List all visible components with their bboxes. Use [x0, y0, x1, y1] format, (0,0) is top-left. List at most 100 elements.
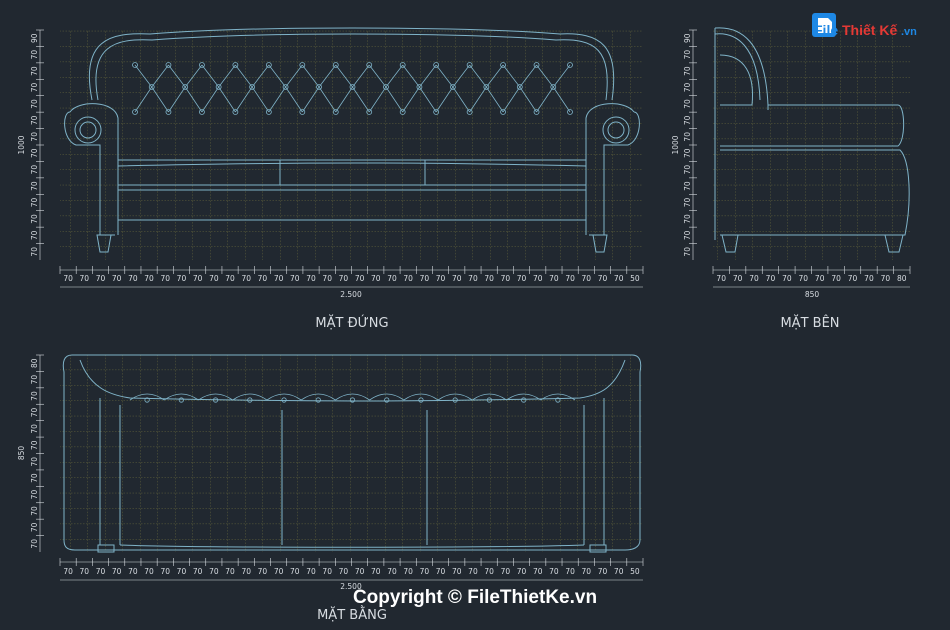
dim-tick-label: 70: [128, 274, 138, 283]
dim-tick-label: 70: [30, 457, 39, 467]
front-height-label: 1000: [17, 135, 26, 154]
dim-tick-label: 70: [683, 165, 692, 175]
dim-tick-label: 70: [468, 567, 478, 576]
dim-tick-label: 70: [716, 274, 726, 283]
plan-h-ticks: 70 70 70 70 70 70 70 70 70 70 70 70 70 70 70 70 70 70 70 70…: [59, 558, 644, 576]
plan-view-title: MẶT BẰNG: [317, 606, 387, 623]
dim-tick-label: 70: [683, 230, 692, 240]
dim-tick-label: 70: [614, 274, 624, 283]
dim-tick-label: 70: [209, 567, 219, 576]
dim-tick-label: 70: [501, 567, 511, 576]
dim-tick-label: 70: [436, 567, 446, 576]
plan-grid: [60, 355, 643, 552]
dim-tick-label: 70: [501, 274, 511, 283]
side-width-label: 850: [805, 290, 820, 299]
dim-tick-label: 70: [387, 567, 397, 576]
dim-tick-label: 70: [290, 567, 300, 576]
dim-tick-label: 70: [598, 274, 608, 283]
dim-tick-label: 70: [565, 274, 575, 283]
side-view-title: MẶT BÊN: [780, 315, 839, 331]
logo-part-file: File: [814, 22, 838, 38]
dim-tick-label: 70: [733, 274, 743, 283]
dim-tick-label: 70: [30, 132, 39, 142]
dim-tick-label: 70: [683, 132, 692, 142]
dim-tick-label: 70: [322, 567, 332, 576]
dim-tick-label: 70: [598, 567, 608, 576]
dim-tick-label: 70: [452, 567, 462, 576]
logo-part-vn: .vn: [901, 26, 917, 38]
dim-tick-label: 70: [112, 567, 122, 576]
dim-tick-label: 70: [193, 274, 203, 283]
dim-tick-label: 70: [128, 567, 138, 576]
dim-tick-label: 70: [144, 274, 154, 283]
dim-tick-label: 70: [30, 407, 39, 417]
dim-tick-label: 70: [420, 274, 430, 283]
dim-tick-label: 70: [225, 274, 235, 283]
dim-tick-label: 70: [683, 247, 692, 257]
front-grid: [60, 30, 643, 260]
front-view: 70 70 70 70 70 70 70 70 70 70 70 70 70 70 70 70 70 70 70 70…: [17, 27, 644, 331]
dim-tick-label: 70: [63, 567, 73, 576]
dim-tick-label: 70: [30, 506, 39, 516]
dim-tick-label: 70: [30, 83, 39, 93]
dim-tick-label: 70: [468, 274, 478, 283]
dim-tick-label: 90: [30, 33, 39, 43]
dim-tick-label: 90: [683, 33, 692, 43]
dim-tick-label: 70: [306, 274, 316, 283]
dim-tick-label: 70: [30, 148, 39, 158]
dim-tick-label: 70: [30, 115, 39, 125]
dim-tick-label: 70: [193, 567, 203, 576]
dim-tick-label: 70: [782, 274, 792, 283]
dim-tick-label: 70: [683, 148, 692, 158]
dim-tick-label: 70: [306, 567, 316, 576]
dim-tick-label: 70: [355, 274, 365, 283]
dim-tick-label: 50: [630, 274, 640, 283]
dim-tick-label: 70: [30, 247, 39, 257]
dim-tick-label: 70: [339, 567, 349, 576]
dim-tick-label: 80: [30, 358, 39, 368]
dim-tick-label: 70: [30, 522, 39, 532]
dim-tick-label: 70: [683, 83, 692, 93]
dim-tick-label: 70: [30, 539, 39, 549]
dim-tick-label: 70: [30, 230, 39, 240]
dim-tick-label: 70: [815, 274, 825, 283]
dim-tick-label: 70: [614, 567, 624, 576]
dim-tick-label: 70: [683, 50, 692, 60]
dim-tick-label: 70: [30, 391, 39, 401]
dim-tick-label: 70: [241, 567, 251, 576]
dim-tick-label: 70: [766, 274, 776, 283]
dim-tick-label: 70: [799, 274, 809, 283]
side-height-label: 1000: [671, 135, 680, 154]
plan-v-ticks: 80 70 70 70 70 70 70 70 70 70 70 70: [30, 354, 44, 549]
dim-tick-label: 70: [371, 274, 381, 283]
dim-tick-label: 70: [258, 567, 268, 576]
dim-tick-label: 70: [96, 567, 106, 576]
dim-tick-label: 70: [30, 181, 39, 191]
dim-tick-label: 50: [630, 567, 640, 576]
dim-tick-label: 70: [225, 567, 235, 576]
dim-tick-label: 70: [549, 567, 559, 576]
dim-tick-label: 70: [30, 50, 39, 60]
side-view: 70 70 70 70 70 70 70 70 70 70 70 80 907070707070707…: [671, 27, 911, 331]
dim-tick-label: 70: [80, 274, 90, 283]
dim-tick-label: 70: [30, 424, 39, 434]
plan-height-label: 850: [17, 446, 26, 461]
dim-tick-label: 70: [864, 274, 874, 283]
copyright-watermark: Copyright © FileThietKe.vn: [353, 587, 597, 608]
dim-tick-label: 70: [274, 567, 284, 576]
side-grid: [713, 30, 910, 260]
dim-tick-label: 70: [80, 567, 90, 576]
front-view-title: MẶT ĐỨNG: [315, 315, 388, 331]
dim-tick-label: 70: [241, 274, 251, 283]
dim-tick-label: 70: [30, 198, 39, 208]
dim-tick-label: 70: [549, 274, 559, 283]
dim-tick-label: 70: [322, 274, 332, 283]
dim-tick-label: 70: [274, 274, 284, 283]
dim-tick-label: 70: [683, 181, 692, 191]
front-h-ticks: 70 70 70 70 70 70 70 70 70 70 70 70 70 70 70 70 70 70 70 70…: [59, 266, 644, 283]
dim-tick-label: 70: [403, 274, 413, 283]
dim-tick-label: 70: [683, 115, 692, 125]
dim-tick-label: 70: [290, 274, 300, 283]
dim-tick-label: 70: [30, 99, 39, 109]
side-h-ticks: 70 70 70 70 70 70 70 70 70 70 70 80: [712, 266, 911, 283]
